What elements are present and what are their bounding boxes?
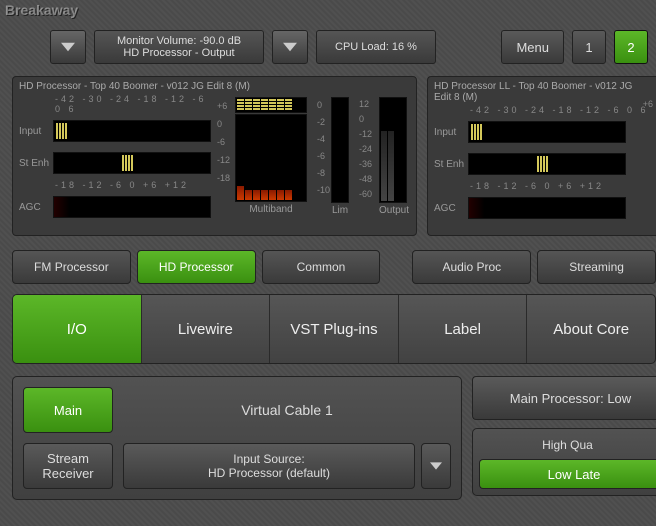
input-ticks-right: -42 -30 -24 -18 -12 -6 0 6 <box>470 105 650 115</box>
agc-meter <box>53 196 211 218</box>
monitor-output-label: HD Processor - Output <box>123 47 234 59</box>
virtual-cable-label: Virtual Cable 1 <box>123 387 451 433</box>
cpu-load-label: CPU Load: 16 % <box>335 41 417 53</box>
agc-label-right: AGC <box>434 203 468 214</box>
mb-tick-right: +6 <box>643 99 653 109</box>
page-2-button[interactable]: 2 <box>614 30 648 64</box>
app-title: Breakaway <box>5 2 78 18</box>
monitor-volume-label: Monitor Volume: -90.0 dB <box>117 35 241 47</box>
limiter-meter <box>331 97 349 203</box>
limiter-caption: Lim <box>331 205 349 216</box>
chevron-down-icon <box>283 42 297 52</box>
multiband-top <box>235 97 307 113</box>
output-meter <box>379 97 407 203</box>
tab-io[interactable]: I/O <box>13 295 142 363</box>
stenh-meter-right <box>468 153 626 175</box>
menu-button[interactable]: Menu <box>501 30 564 64</box>
agc-ticks-right: -18 -12 -6 0 +6 +12 <box>470 181 650 191</box>
tab-livewire[interactable]: Livewire <box>142 295 271 363</box>
tab-vst-plugins[interactable]: VST Plug-ins <box>270 295 399 363</box>
low-latency-button[interactable]: Low Late <box>479 459 656 489</box>
meter-panel-left: HD Processor - Top 40 Boomer - v012 JG E… <box>12 76 417 236</box>
agc-meter-right <box>468 197 626 219</box>
tab-streaming[interactable]: Streaming <box>537 250 656 284</box>
cpu-load-info: CPU Load: 16 % <box>316 30 436 64</box>
input-meter-right <box>468 121 626 143</box>
tab-about-core[interactable]: About Core <box>527 295 655 363</box>
tab-fm-processor[interactable]: FM Processor <box>12 250 131 284</box>
agc-label: AGC <box>19 202 53 213</box>
output-group: 12 0 -12 -24 -36 -48 -60 Output <box>379 97 409 216</box>
monitor-dropdown[interactable] <box>50 30 86 64</box>
input-ticks: -42 -30 -24 -18 -12 -6 0 6 <box>55 94 219 114</box>
high-quality-label: High Qua <box>479 435 656 455</box>
tab-audio-proc[interactable]: Audio Proc <box>412 250 531 284</box>
main-button[interactable]: Main <box>23 387 113 433</box>
preset-label: HD Processor - Top 40 Boomer - v012 JG E… <box>19 81 410 92</box>
multiband-group: +6 0 -6 -12 -18 <box>235 97 307 215</box>
stenh-label-right: St Enh <box>434 159 468 170</box>
monitor-info: Monitor Volume: -90.0 dB HD Processor - … <box>94 30 264 64</box>
stenh-meter <box>53 152 211 174</box>
multiband-caption: Multiband <box>235 204 307 215</box>
input-source-dropdown[interactable] <box>421 443 451 489</box>
meter-panel-right: HD Processor LL - Top 40 Boomer - v012 J… <box>427 76 656 236</box>
cpu-dropdown[interactable] <box>272 30 308 64</box>
chevron-down-icon <box>430 462 442 470</box>
main-processor-button[interactable]: Main Processor: Low <box>472 376 656 420</box>
agc-ticks: -18 -12 -6 0 +6 +12 <box>55 180 219 190</box>
multiband-bars <box>235 114 307 202</box>
tab-hd-processor[interactable]: HD Processor <box>137 250 256 284</box>
preset-label-right: HD Processor LL - Top 40 Boomer - v012 J… <box>434 81 650 103</box>
input-source-display: Input Source: HD Processor (default) <box>123 443 415 489</box>
stenh-label: St Enh <box>19 158 53 169</box>
page-1-button[interactable]: 1 <box>572 30 606 64</box>
limiter-group: 0 -2 -4 -6 -8 -10 Lim <box>331 97 349 216</box>
tab-common[interactable]: Common <box>262 250 381 284</box>
chevron-down-icon <box>61 42 75 52</box>
input-meter <box>53 120 211 142</box>
input-label: Input <box>19 126 53 137</box>
output-caption: Output <box>379 205 409 216</box>
stream-receiver-button[interactable]: Stream Receiver <box>23 443 113 489</box>
tab-label[interactable]: Label <box>399 295 528 363</box>
input-label-right: Input <box>434 127 468 138</box>
